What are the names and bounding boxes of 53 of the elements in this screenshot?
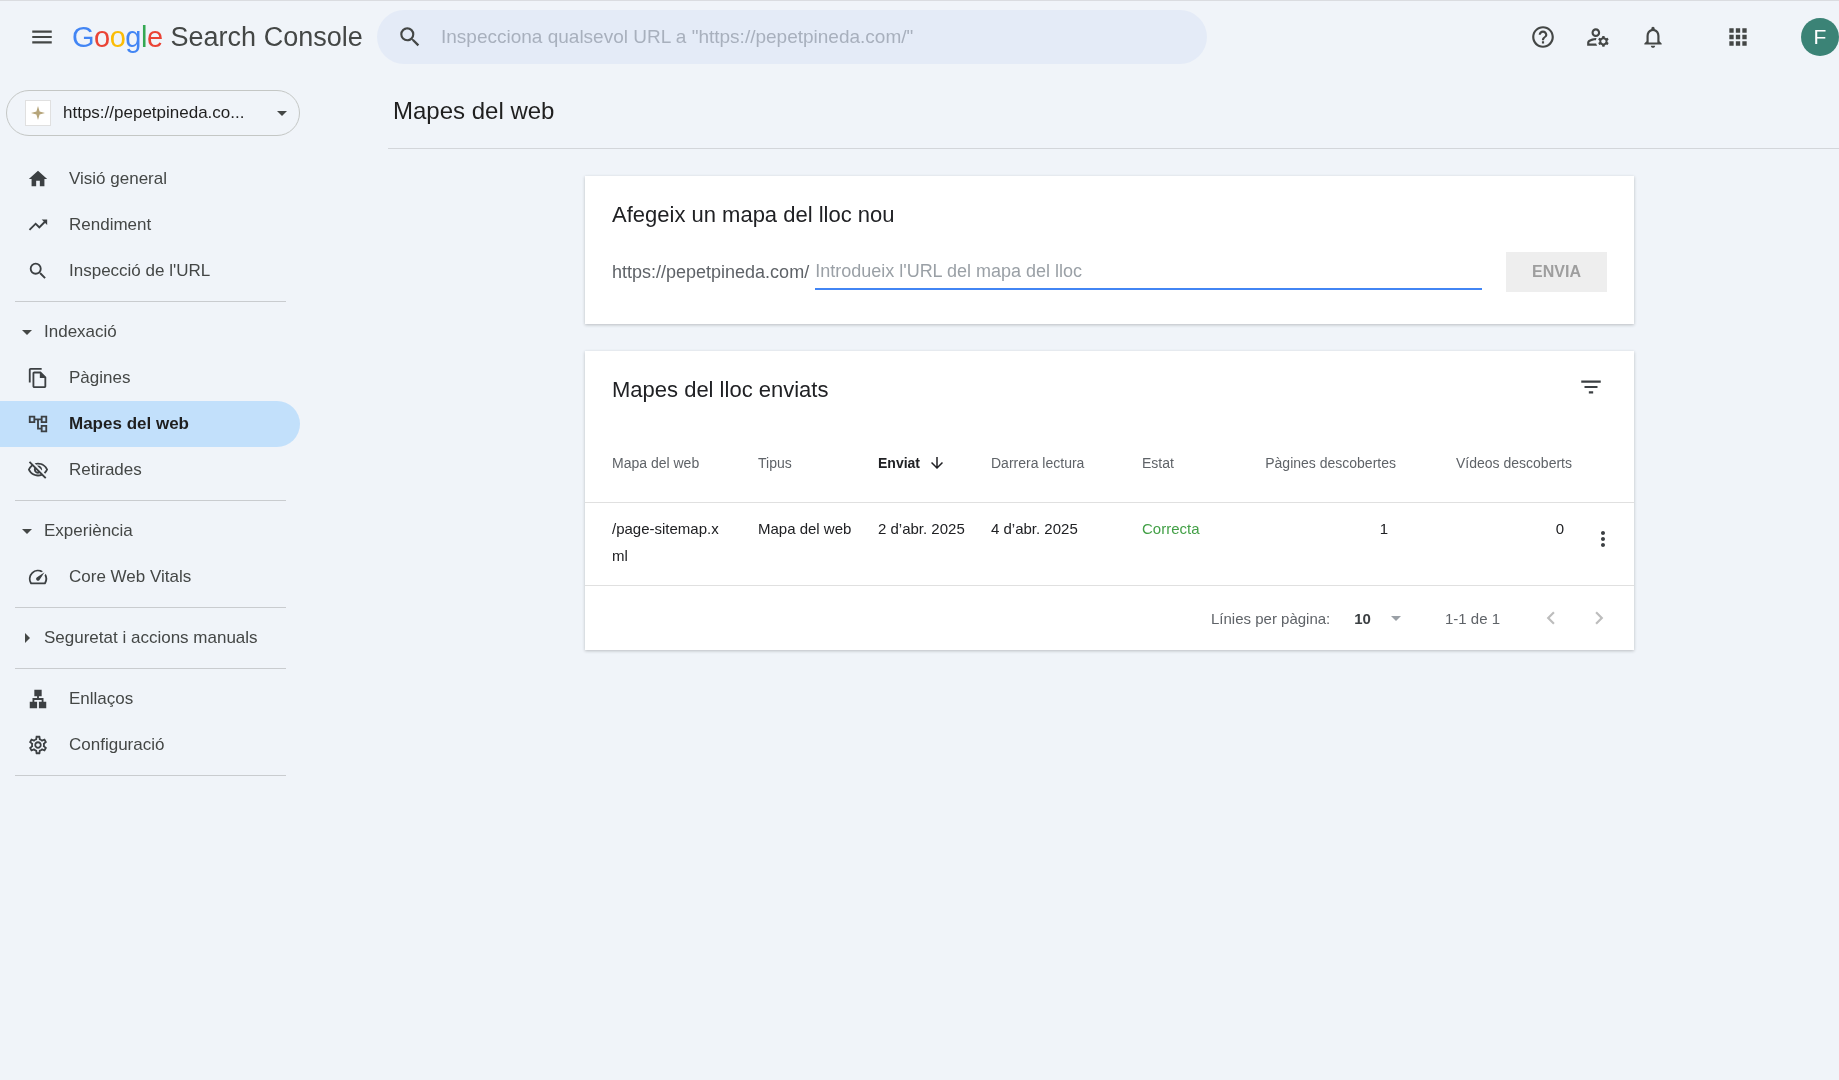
page-range: 1-1 de 1 — [1444, 609, 1500, 627]
card-title: Afegeix un mapa del lloc nou — [611, 201, 896, 228]
logo-product: Search Console — [170, 21, 363, 53]
caret-icon — [22, 329, 32, 335]
search-bar[interactable]: Inspecciona qualsevol URL a "https://pepetpineda.com/" — [377, 10, 1207, 64]
column-header[interactable]: Estat — [1142, 454, 1252, 471]
column-header[interactable]: Enviat — [878, 453, 991, 472]
caret-icon — [24, 633, 30, 643]
sidebar-item[interactable]: Mapes del web — [0, 401, 300, 447]
sidebar-section[interactable]: Seguretat i accions manuals — [0, 615, 300, 661]
nav-icon — [27, 688, 49, 710]
nav-icon — [27, 413, 49, 435]
sidebar-item[interactable]: Core Web Vitals — [0, 554, 300, 600]
site-favicon-icon — [25, 100, 51, 126]
caret-icon — [277, 110, 287, 116]
sidebar-item[interactable]: Configuració — [0, 722, 300, 768]
table-cell-text: Correcta — [1142, 519, 1201, 539]
avatar[interactable]: F — [1801, 18, 1839, 56]
table-cell-text: 4 d’abr. 2025 — [991, 519, 1079, 539]
sidebar-item[interactable]: Pàgines — [0, 355, 300, 401]
column-header[interactable]: Mapa del web — [612, 454, 758, 471]
caret-icon — [1390, 615, 1401, 621]
column-header[interactable]: Pàgines descobertes — [1252, 454, 1396, 471]
table-cell-text: 1 — [1378, 519, 1389, 539]
column-header[interactable]: Tipus — [758, 454, 878, 471]
column-header[interactable]: Darrera lectura — [991, 454, 1142, 471]
section-label: Indexació — [44, 322, 117, 342]
table-cell-text: /page-sitemap.xml — [612, 519, 720, 566]
nav-icon — [27, 459, 49, 481]
section-label: Seguretat i accions manuals — [44, 628, 258, 648]
sidebar-item[interactable]: Rendiment — [0, 202, 300, 248]
sidebar-section[interactable]: Experiència — [0, 508, 300, 554]
rows-per-page-label: Línies per pàgina: — [1211, 609, 1331, 627]
sidebar-item[interactable]: Enllaços — [0, 676, 300, 722]
section-label: Experiència — [44, 521, 133, 541]
sidebar-item[interactable]: Inspecció de l'URL — [0, 248, 300, 294]
nav-icon — [27, 734, 49, 756]
page-title: Mapes del web — [388, 73, 1839, 149]
sidebar-section[interactable]: Indexació — [0, 309, 300, 355]
column-header[interactable]: Vídeos descoberts — [1396, 454, 1572, 471]
nav-icon — [27, 367, 49, 389]
url-prefix: https://pepetpineda.com/ — [612, 261, 810, 283]
sidebar-item[interactable]: Visió general — [0, 156, 300, 202]
caret-icon — [22, 528, 32, 534]
table-cell-text: 0 — [1554, 519, 1565, 539]
table-cell-text: Mapa del web — [758, 519, 853, 539]
nav-icon — [27, 260, 49, 282]
rows-per-page-select[interactable]: 10 — [1354, 609, 1401, 627]
table-cell-text: 2 d’abr. 2025 — [878, 519, 966, 539]
logo-brand: Google — [72, 20, 163, 54]
sidebar-item[interactable]: Retirades — [0, 447, 300, 493]
search-field[interactable]: Inspecciona qualsevol URL a "https://pepetpineda.com/" — [439, 25, 1187, 49]
card-title: Mapes del lloc enviats — [611, 376, 830, 403]
